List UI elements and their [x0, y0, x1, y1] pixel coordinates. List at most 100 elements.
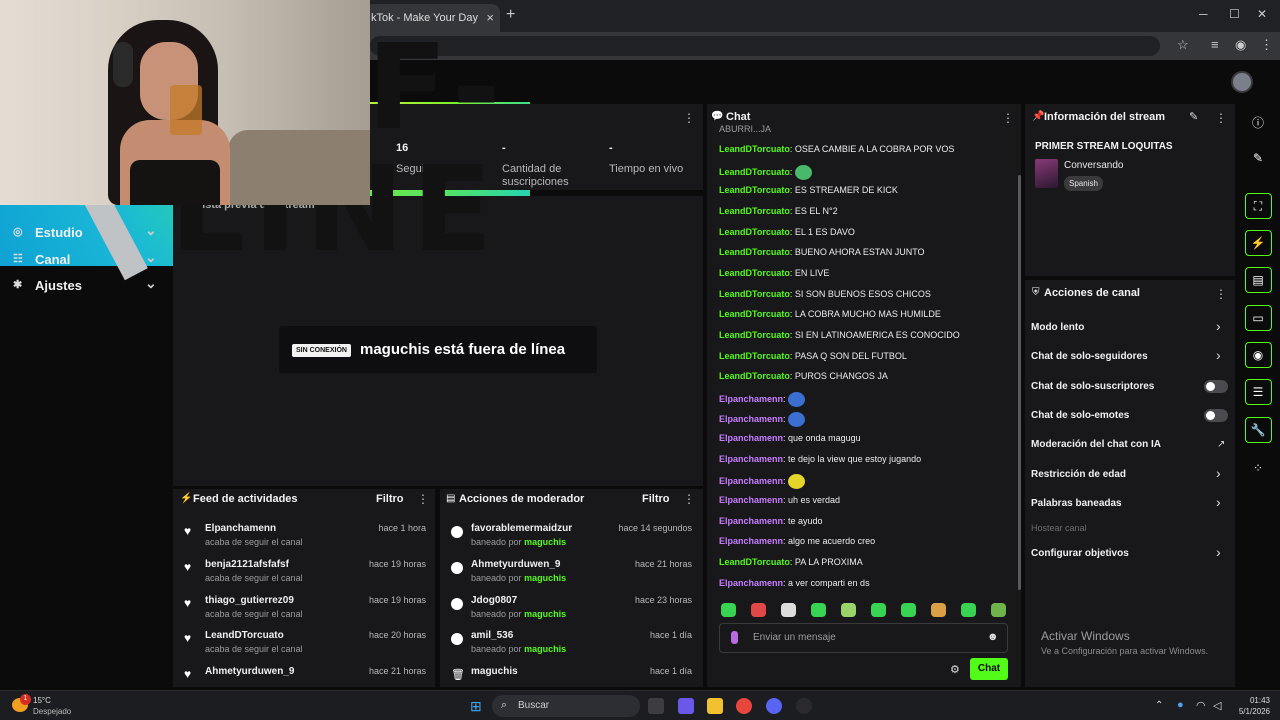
chat-username[interactable]: LeandDTorcuato	[719, 268, 790, 278]
chat-username[interactable]: LeandDTorcuato	[719, 227, 790, 237]
chat-username[interactable]: LeandDTorcuato	[719, 557, 790, 567]
bolt-icon[interactable]: ⚡	[1250, 236, 1266, 250]
chat-username[interactable]: LeandDTorcuato	[719, 247, 790, 257]
clock-time[interactable]: 01:43	[1236, 696, 1270, 705]
action-emotes-only[interactable]: Chat de solo-emotes	[1031, 410, 1129, 421]
activity-menu-icon[interactable]: ⋮	[417, 492, 429, 506]
document-icon[interactable]: ▤	[1250, 273, 1266, 287]
action-ai-moderation[interactable]: Moderación del chat con IA	[1031, 439, 1161, 450]
action-subscribers-only[interactable]: Chat de solo-suscriptores	[1031, 381, 1154, 392]
subscribers-only-toggle[interactable]	[1204, 380, 1228, 393]
chat-username[interactable]: Elpanchamenn	[719, 394, 783, 404]
stream-category[interactable]: Conversando	[1064, 160, 1123, 171]
action-banned-words[interactable]: Palabras baneadas	[1031, 498, 1122, 509]
media-icon[interactable]: ≡	[1211, 37, 1219, 52]
emote-icon[interactable]	[961, 603, 976, 617]
chat-username[interactable]: Elpanchamenn	[719, 578, 783, 588]
wrench-icon[interactable]: 🔧	[1250, 423, 1266, 437]
chat-username[interactable]: Elpanchamenn	[719, 536, 783, 546]
wifi-icon[interactable]: ◠	[1196, 699, 1206, 712]
chat-scrollbar[interactable]	[1018, 175, 1021, 590]
stream-info-menu-icon[interactable]: ⋮	[1215, 111, 1227, 125]
emote-icon[interactable]	[871, 603, 886, 617]
channel-actions-menu-icon[interactable]: ⋮	[1215, 287, 1227, 301]
chat-username[interactable]: LeandDTorcuato	[719, 289, 790, 299]
microphone-icon[interactable]: ●	[1177, 699, 1184, 711]
emote-icon[interactable]	[781, 603, 796, 617]
pencil-icon[interactable]: ✎	[1250, 151, 1266, 165]
chevron-right-icon[interactable]: ›	[1216, 494, 1221, 510]
chat-username[interactable]: Elpanchamenn	[719, 516, 783, 526]
chat-username[interactable]: LeandDTorcuato	[719, 371, 790, 381]
maximize-icon[interactable]: ☐	[1229, 7, 1240, 21]
stats-menu-icon[interactable]: ⋮	[683, 111, 695, 125]
emotes-only-toggle[interactable]	[1204, 409, 1228, 422]
chat-username[interactable]: LeandDTorcuato	[719, 144, 790, 154]
avatar[interactable]	[1231, 71, 1253, 93]
file-explorer-icon[interactable]	[707, 698, 723, 714]
emote-icon[interactable]	[841, 603, 856, 617]
chat-username[interactable]: Elpanchamenn	[719, 495, 783, 505]
activity-filter-button[interactable]: Filtro	[376, 493, 404, 505]
chat-settings-icon[interactable]: ⚙	[950, 663, 960, 676]
ban-by-name[interactable]: maguchis	[524, 609, 566, 619]
chrome-icon[interactable]	[736, 698, 752, 714]
obs-icon[interactable]	[796, 698, 812, 714]
mod-menu-icon[interactable]: ⋮	[683, 492, 695, 506]
chat-username[interactable]: LeandDTorcuato	[719, 167, 790, 177]
emote-icon[interactable]	[751, 603, 766, 617]
volume-icon[interactable]: ◁	[1213, 699, 1221, 712]
action-age-restriction[interactable]: Restricción de edad	[1031, 469, 1126, 480]
tray-chevron-icon[interactable]: ⌃	[1155, 700, 1163, 711]
chat-username[interactable]: LeandDTorcuato	[719, 330, 790, 340]
action-followers-only[interactable]: Chat de solo-seguidores	[1031, 351, 1148, 362]
sidebar-item-ajustes[interactable]: ✱ Ajustes ⌄	[0, 273, 170, 299]
discord-icon[interactable]	[766, 698, 782, 714]
profile-icon[interactable]: ◉	[1235, 37, 1246, 53]
ban-by-name[interactable]: maguchis	[524, 573, 566, 583]
window-close-icon[interactable]: ✕	[1257, 7, 1267, 21]
chevron-right-icon[interactable]: ›	[1216, 465, 1221, 481]
chat-username[interactable]: LeandDTorcuato	[719, 206, 790, 216]
taskbar-search[interactable]: Buscar	[492, 695, 640, 717]
chat-username[interactable]: Elpanchamenn	[719, 454, 783, 464]
chat-username[interactable]: Elpanchamenn	[719, 433, 783, 443]
action-slow-mode[interactable]: Modo lento	[1031, 322, 1084, 333]
bookmark-star-icon[interactable]: ☆	[1177, 37, 1189, 53]
emote-icon[interactable]	[991, 603, 1006, 617]
minimize-icon[interactable]: ─	[1199, 7, 1208, 21]
chat-send-button[interactable]: Chat	[970, 658, 1008, 680]
sidebar-item-estudio[interactable]: ◎ Estudio ⌄	[0, 220, 170, 246]
clock-date[interactable]: 5/1/2026	[1230, 707, 1270, 716]
ban-by-name[interactable]: maguchis	[524, 644, 566, 654]
dots-icon[interactable]: ⁘	[1250, 461, 1266, 475]
edit-icon[interactable]: ✎	[1189, 110, 1198, 123]
copilot-icon[interactable]	[678, 698, 694, 714]
chevron-right-icon[interactable]: ›	[1216, 544, 1221, 560]
list-icon[interactable]: ☰	[1250, 385, 1266, 399]
external-link-icon[interactable]: ↗	[1217, 439, 1225, 450]
chat-username[interactable]: LeandDTorcuato	[719, 185, 790, 195]
fullscreen-icon[interactable]: ⛶	[1250, 199, 1266, 214]
chat-menu-icon[interactable]: ⋮	[1002, 111, 1014, 125]
info-icon[interactable]: ⓘ	[1250, 114, 1266, 131]
chat-username[interactable]: Elpanchamenn	[719, 414, 783, 424]
emote-icon[interactable]	[931, 603, 946, 617]
task-view-icon[interactable]	[648, 698, 664, 714]
broadcast-icon[interactable]: ◉	[1250, 348, 1266, 362]
chat-username[interactable]: Elpanchamenn	[719, 476, 783, 486]
emote-icon[interactable]	[901, 603, 916, 617]
chevron-right-icon[interactable]: ›	[1216, 318, 1221, 334]
action-configure-goals[interactable]: Configurar objetivos	[1031, 548, 1129, 559]
chat-username[interactable]: LeandDTorcuato	[719, 351, 790, 361]
ban-by-name[interactable]: maguchis	[524, 537, 566, 547]
emoji-picker-icon[interactable]: ☻	[987, 631, 999, 643]
emote-icon[interactable]	[721, 603, 736, 617]
chat-username[interactable]: LeandDTorcuato	[719, 309, 790, 319]
chat-icon[interactable]: ▭	[1250, 311, 1266, 325]
browser-menu-icon[interactable]: ⋮	[1260, 37, 1273, 53]
chevron-right-icon[interactable]: ›	[1216, 347, 1221, 363]
windows-start-icon[interactable]: ⊞	[470, 698, 482, 715]
emote-icon[interactable]	[811, 603, 826, 617]
mod-filter-button[interactable]: Filtro	[642, 493, 670, 505]
